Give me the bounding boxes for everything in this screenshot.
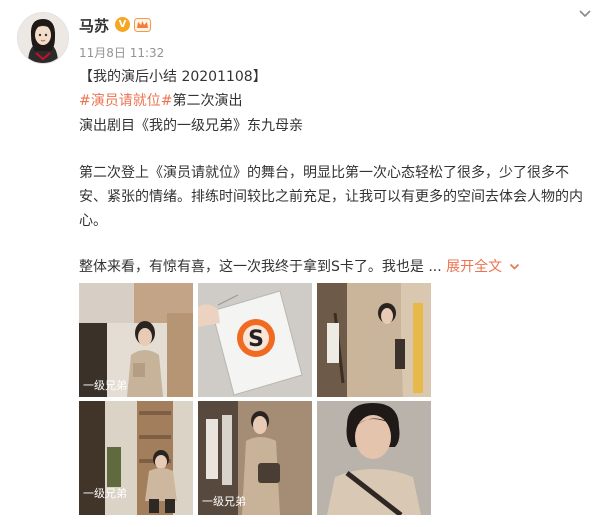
topic-suffix: 第二次演出 bbox=[172, 93, 243, 109]
photo-thumbnail[interactable]: 一级兄弟 bbox=[198, 401, 312, 515]
topic-link[interactable]: #演员请就位# bbox=[79, 93, 172, 109]
post-title-line: 【我的演后小结 20201108】 bbox=[79, 69, 267, 85]
expand-label: 展开全文 bbox=[446, 259, 503, 275]
verified-v-icon: V bbox=[115, 17, 130, 32]
photo-thumbnail[interactable]: 一级兄弟 bbox=[79, 401, 193, 515]
avatar[interactable] bbox=[18, 13, 68, 63]
post-paragraph-line: 第二次登上《演员请就位》的舞台，明显比第一次心态轻松了很多，少了很多不 bbox=[79, 165, 569, 181]
photo-thumbnail[interactable]: 一级兄弟 bbox=[79, 283, 193, 397]
photo-thumbnail[interactable] bbox=[317, 283, 431, 397]
expand-chevron-icon bbox=[509, 263, 519, 270]
photo-watermark: 一级兄弟 bbox=[83, 487, 127, 500]
author-name[interactable]: 马苏 bbox=[79, 15, 109, 36]
post-topic-line: #演员请就位#第二次演出 bbox=[79, 90, 242, 110]
post-summary-line: 整体来看，有惊有喜，这一次我终于拿到S卡了。我也是 ... 展开全文 bbox=[79, 256, 520, 276]
photo-watermark: 一级兄弟 bbox=[83, 379, 127, 392]
photo-thumbnail[interactable]: S bbox=[198, 283, 312, 397]
post-play-line: 演出剧目《我的一级兄弟》东九母亲 bbox=[79, 118, 303, 134]
vip-crown-icon[interactable] bbox=[134, 16, 151, 33]
s-card-letter: S bbox=[248, 327, 264, 352]
post-timestamp[interactable]: 11月8日 11:32 bbox=[79, 44, 164, 61]
weibo-post-card: 马苏 V 11月8日 11:32 【我的演后小结 20201108】 #演员请就… bbox=[0, 0, 600, 527]
post-paragraph-line: 安、紧张的情绪。排练时间较比之前充足，让我可以有更多的空间去体会人物的内 bbox=[79, 189, 583, 205]
photo-thumbnail[interactable] bbox=[317, 401, 431, 515]
summary-text: 整体来看，有惊有喜，这一次我终于拿到S卡了。我也是 ... bbox=[79, 259, 442, 275]
expand-full-text-link[interactable]: 展开全文 bbox=[446, 259, 519, 275]
post-paragraph-line: 心。 bbox=[79, 213, 107, 229]
photo-watermark: 一级兄弟 bbox=[202, 495, 246, 508]
chevron-down-icon[interactable] bbox=[578, 9, 592, 19]
